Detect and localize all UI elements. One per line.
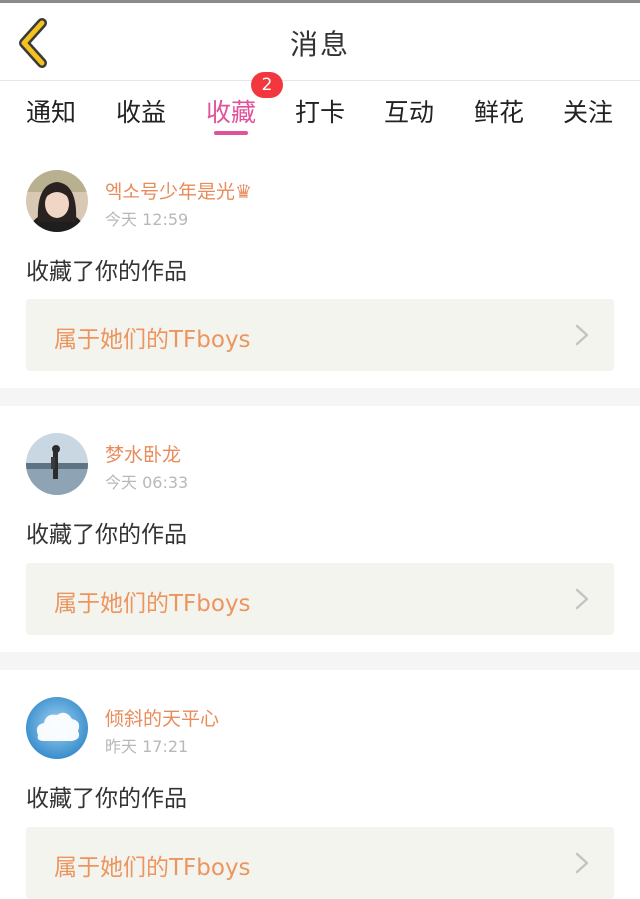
section-divider <box>0 652 640 670</box>
tab-notifications[interactable]: 通知 <box>26 93 76 129</box>
favorites-count-badge: 2 <box>251 72 283 98</box>
avatar[interactable] <box>26 170 88 232</box>
chevron-right-icon <box>575 852 589 874</box>
message-card: 梦水卧龙 今天 06:33 收藏了你的作品 属于她们的TFboys <box>0 406 640 652</box>
message-time: 今天 12:59 <box>105 210 189 229</box>
avatar[interactable] <box>26 697 88 759</box>
header-bar: 消息 <box>0 3 640 81</box>
work-link[interactable]: 属于她们的TFboys <box>26 827 614 899</box>
tab-interaction[interactable]: 互动 <box>384 93 434 129</box>
username[interactable]: 倾斜的天平心 <box>105 704 219 731</box>
message-card: 엑소号少年是光♛ 今天 12:59 收藏了你的作品 属于她们的TFboys <box>0 143 640 388</box>
action-text: 收藏了你的作品 <box>26 522 187 548</box>
username[interactable]: 엑소号少年是光♛ <box>105 177 252 204</box>
username[interactable]: 梦水卧龙 <box>105 440 181 467</box>
tab-checkin[interactable]: 打卡 <box>295 93 345 129</box>
tab-flowers[interactable]: 鲜花 <box>474 93 524 129</box>
tab-follow[interactable]: 关注 <box>563 93 613 129</box>
work-title: 属于她们的TFboys <box>54 327 251 353</box>
avatar-image <box>26 433 88 495</box>
message-time: 今天 06:33 <box>105 473 189 492</box>
avatar-image <box>26 697 88 759</box>
work-link[interactable]: 属于她们的TFboys <box>26 299 614 371</box>
tab-earnings[interactable]: 收益 <box>116 93 166 129</box>
action-text: 收藏了你的作品 <box>26 259 187 285</box>
tab-favorites[interactable]: 收藏 <box>206 93 256 129</box>
avatar[interactable] <box>26 433 88 495</box>
work-link[interactable]: 属于她们的TFboys <box>26 563 614 635</box>
chevron-right-icon <box>575 588 589 610</box>
message-card: 倾斜的天平心 昨天 17:21 收藏了你的作品 属于她们的TFboys <box>0 670 640 899</box>
active-tab-indicator <box>214 131 248 135</box>
page-title: 消息 <box>289 28 350 61</box>
avatar-image <box>26 170 88 232</box>
tab-bar: 通知 收益 收藏 打卡 互动 鲜花 关注 <box>0 81 640 143</box>
chevron-right-icon <box>575 324 589 346</box>
section-divider <box>0 388 640 406</box>
work-title: 属于她们的TFboys <box>54 855 251 881</box>
action-text: 收藏了你的作品 <box>26 786 187 812</box>
message-time: 昨天 17:21 <box>105 737 189 756</box>
work-title: 属于她们的TFboys <box>54 591 251 617</box>
